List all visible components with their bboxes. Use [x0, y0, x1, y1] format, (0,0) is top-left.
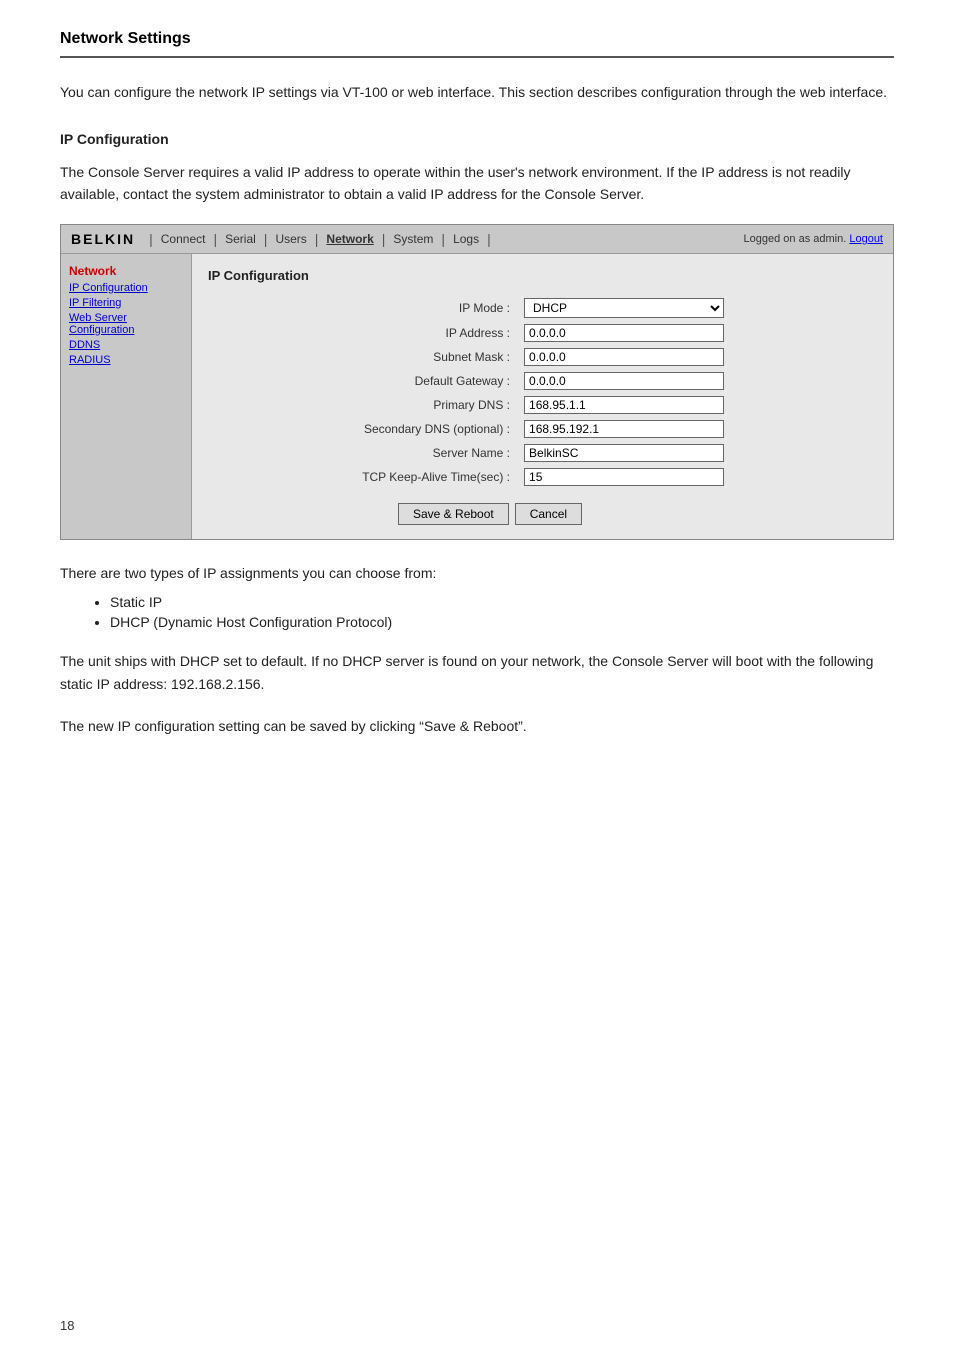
- nav-bar: BELKIN | Connect | Serial | Users | Netw…: [61, 225, 893, 254]
- label-ip-mode: IP Mode :: [208, 295, 518, 321]
- form-row-server-name: Server Name :: [208, 441, 877, 465]
- lower-text-1: There are two types of IP assignments yo…: [60, 562, 894, 584]
- config-panel-title: IP Configuration: [208, 268, 877, 283]
- form-row-ip-mode: IP Mode : DHCP Static: [208, 295, 877, 321]
- select-ip-mode[interactable]: DHCP Static: [524, 298, 724, 318]
- form-row-default-gateway: Default Gateway :: [208, 369, 877, 393]
- logout-link[interactable]: Logout: [849, 233, 883, 245]
- label-ip-address: IP Address :: [208, 321, 518, 345]
- sidebar-section-network: Network: [69, 264, 183, 278]
- input-secondary-dns[interactable]: [524, 420, 724, 438]
- form-row-subnet-mask: Subnet Mask :: [208, 345, 877, 369]
- label-server-name: Server Name :: [208, 441, 518, 465]
- form-row-secondary-dns: Secondary DNS (optional) :: [208, 417, 877, 441]
- sidebar: Network IP Configuration IP Filtering We…: [61, 254, 191, 539]
- input-ip-address[interactable]: [524, 324, 724, 342]
- lower-text-2: The unit ships with DHCP set to default.…: [60, 650, 894, 695]
- form-row-ip-address: IP Address :: [208, 321, 877, 345]
- label-subnet-mask: Subnet Mask :: [208, 345, 518, 369]
- lower-text-3: The new IP configuration setting can be …: [60, 715, 894, 737]
- nav-divider: |: [149, 231, 153, 247]
- bullet-static-ip: Static IP: [110, 594, 894, 610]
- form-buttons: Save & Reboot Cancel: [208, 503, 877, 525]
- input-primary-dns[interactable]: [524, 396, 724, 414]
- form-row-tcp-keepalive: TCP Keep-Alive Time(sec) :: [208, 465, 877, 489]
- input-default-gateway[interactable]: [524, 372, 724, 390]
- title-divider: [60, 56, 894, 58]
- bullet-list: Static IP DHCP (Dynamic Host Configurati…: [110, 594, 894, 630]
- label-tcp-keepalive: TCP Keep-Alive Time(sec) :: [208, 465, 518, 489]
- page-title: Network Settings: [60, 30, 894, 48]
- nav-link-system[interactable]: System: [387, 232, 439, 246]
- ip-config-form: IP Mode : DHCP Static IP Address : Subne…: [208, 295, 877, 489]
- form-row-primary-dns: Primary DNS :: [208, 393, 877, 417]
- content-panel: IP Configuration IP Mode : DHCP Static I…: [191, 254, 893, 539]
- nav-link-network[interactable]: Network: [320, 232, 379, 246]
- sidebar-item-web-server[interactable]: Web Server Configuration: [69, 312, 183, 336]
- nav-link-users[interactable]: Users: [269, 232, 312, 246]
- input-subnet-mask[interactable]: [524, 348, 724, 366]
- sidebar-item-ip-filtering[interactable]: IP Filtering: [69, 297, 183, 309]
- input-server-name[interactable]: [524, 444, 724, 462]
- label-secondary-dns: Secondary DNS (optional) :: [208, 417, 518, 441]
- sidebar-item-ddns[interactable]: DDNS: [69, 339, 183, 351]
- label-default-gateway: Default Gateway :: [208, 369, 518, 393]
- bullet-dhcp: DHCP (Dynamic Host Configuration Protoco…: [110, 614, 894, 630]
- label-primary-dns: Primary DNS :: [208, 393, 518, 417]
- nav-brand: BELKIN: [71, 231, 135, 247]
- sidebar-item-radius[interactable]: RADIUS: [69, 354, 183, 366]
- nav-link-serial[interactable]: Serial: [219, 232, 262, 246]
- sidebar-item-ip-config[interactable]: IP Configuration: [69, 282, 183, 294]
- router-main: Network IP Configuration IP Filtering We…: [61, 254, 893, 539]
- cancel-button[interactable]: Cancel: [515, 503, 582, 525]
- page-number: 18: [60, 1318, 74, 1333]
- nav-link-logs[interactable]: Logs: [447, 232, 485, 246]
- input-tcp-keepalive[interactable]: [524, 468, 724, 486]
- intro-paragraph: You can configure the network IP setting…: [60, 82, 894, 103]
- router-ui-box: BELKIN | Connect | Serial | Users | Netw…: [60, 224, 894, 540]
- nav-logged-text: Logged on as admin. Logout: [744, 233, 883, 245]
- nav-link-connect[interactable]: Connect: [155, 232, 212, 246]
- ip-config-heading: IP Configuration: [60, 131, 894, 147]
- save-reboot-button[interactable]: Save & Reboot: [398, 503, 509, 525]
- ip-config-desc: The Console Server requires a valid IP a…: [60, 161, 894, 206]
